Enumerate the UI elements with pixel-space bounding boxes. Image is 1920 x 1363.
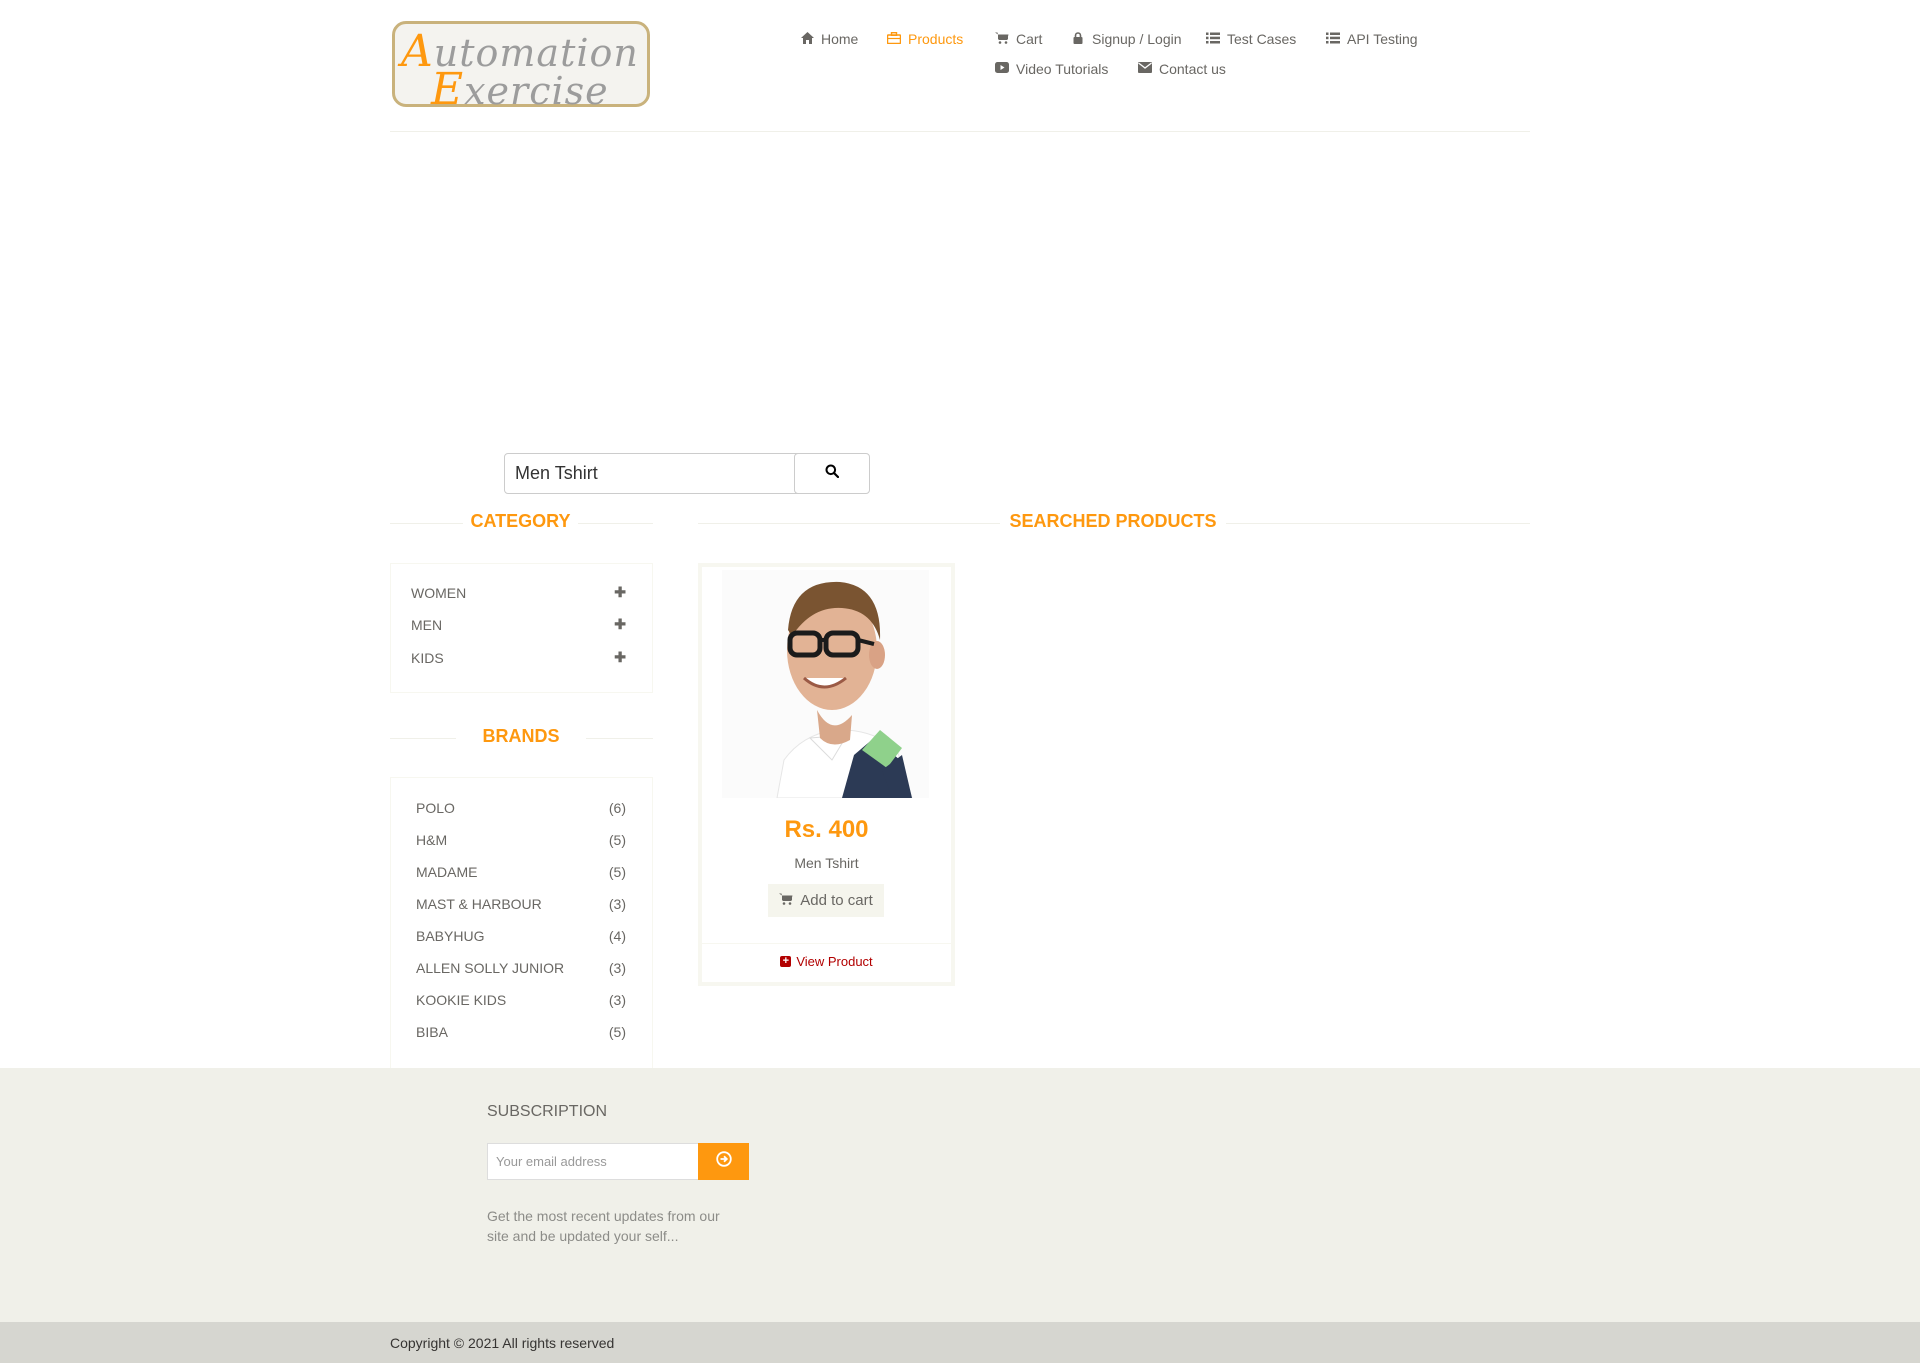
copyright-text: Copyright © 2021 All rights reserved: [390, 1335, 615, 1351]
search-product-input[interactable]: [504, 453, 800, 494]
brand-name: MADAME: [416, 864, 478, 880]
nav-products-label: Products: [908, 31, 964, 47]
nav-home[interactable]: Home: [800, 31, 858, 47]
logo-line-2: Exercise: [431, 64, 609, 115]
brand-count: (5): [608, 864, 626, 880]
brand-count: (4): [608, 928, 626, 944]
subscribe-email-input[interactable]: [487, 1143, 699, 1180]
product-name: Men Tshirt: [794, 855, 859, 871]
brand-count: (3): [608, 992, 626, 1008]
brand-name: POLO: [416, 800, 455, 816]
add-to-cart-label: Add to cart: [800, 892, 873, 909]
brand-name: MAST & HARBOUR: [416, 896, 542, 912]
nav-cart[interactable]: Cart: [995, 31, 1042, 47]
brand-count: (5): [608, 832, 626, 848]
searched-products-title: Searched Products: [1000, 511, 1226, 532]
brand-count: (3): [608, 960, 626, 976]
category-title: Category: [463, 511, 578, 532]
brand-item-mast-harbour[interactable]: MAST & HARBOUR (3): [416, 896, 626, 912]
youtube-play-icon: [995, 62, 1009, 76]
shopping-cart-icon: [779, 892, 793, 909]
header-divider: [390, 131, 1530, 132]
card-divider: [702, 943, 951, 944]
subscription-description: Get the most recent updates from our sit…: [487, 1208, 720, 1244]
plus-icon: ✚: [614, 649, 626, 665]
envelope-icon: [1138, 62, 1152, 76]
brand-name: KOOKIE KIDS: [416, 992, 507, 1008]
brand-name: BABYHUG: [416, 928, 485, 944]
nav-signup-login-label: Signup / Login: [1092, 31, 1182, 47]
list-icon: [1206, 32, 1220, 47]
plus-square-icon: +: [780, 956, 792, 967]
footer-bottom: [0, 1322, 1920, 1363]
nav-home-label: Home: [821, 31, 859, 47]
brand-count: (6): [608, 800, 626, 816]
brand-count: (5): [608, 1024, 626, 1040]
lock-icon: [1071, 31, 1085, 47]
product-image: [722, 570, 929, 798]
nav-signup-login[interactable]: Signup / Login: [1071, 31, 1182, 47]
nav-contact-us[interactable]: Contact us: [1138, 61, 1226, 77]
category-item-men[interactable]: MEN ✚: [411, 616, 626, 633]
nav-api-testing[interactable]: API Testing: [1326, 31, 1418, 47]
brand-count: (3): [608, 896, 626, 912]
category-label: KIDS: [411, 649, 444, 666]
brand-item-hm[interactable]: H&M (5): [416, 832, 626, 848]
nav-test-cases-label: Test Cases: [1227, 31, 1297, 47]
list-icon: [1326, 32, 1340, 47]
add-to-cart-button[interactable]: Add to cart: [768, 884, 884, 917]
brand-item-babyhug[interactable]: BABYHUG (4): [416, 928, 626, 944]
briefcase-icon: [886, 31, 902, 47]
category-item-women[interactable]: WOMEN ✚: [411, 584, 626, 601]
brand-name: BIBA: [416, 1024, 448, 1040]
brand-item-madame[interactable]: MADAME (5): [416, 864, 626, 880]
nav-test-cases[interactable]: Test Cases: [1206, 31, 1296, 47]
shopping-cart-icon: [995, 32, 1009, 47]
plus-icon: ✚: [614, 584, 626, 600]
category-item-kids[interactable]: KIDS ✚: [411, 649, 626, 666]
search-icon: [825, 464, 840, 483]
brand-item-allen-solly-junior[interactable]: ALLEN SOLLY JUNIOR (3): [416, 960, 626, 976]
nav-video-tutorials-label: Video Tutorials: [1016, 61, 1109, 77]
brand-item-polo[interactable]: POLO (6): [416, 800, 626, 816]
subscription-title: Subscription: [487, 1103, 608, 1120]
home-icon: [800, 31, 814, 47]
nav-contact-us-label: Contact us: [1159, 61, 1226, 77]
brand-name: ALLEN SOLLY JUNIOR: [416, 960, 565, 976]
site-logo[interactable]: Automation Exercise: [392, 21, 650, 115]
brand-name: H&M: [416, 832, 448, 848]
view-product-link[interactable]: + View Product: [698, 954, 955, 969]
plus-icon: ✚: [614, 616, 626, 632]
brand-item-biba[interactable]: BIBA (5): [416, 1024, 626, 1040]
subscribe-button[interactable]: [698, 1143, 749, 1180]
arrow-circle-right-icon: [715, 1151, 732, 1172]
product-price: Rs. 400: [784, 816, 869, 843]
search-button[interactable]: [794, 453, 870, 494]
nav-products[interactable]: Products: [886, 31, 964, 47]
view-product-label: View Product: [796, 954, 873, 969]
brand-item-kookie-kids[interactable]: KOOKIE KIDS (3): [416, 992, 626, 1008]
brands-title: Brands: [456, 726, 586, 747]
nav-cart-label: Cart: [1016, 31, 1043, 47]
nav-video-tutorials[interactable]: Video Tutorials: [995, 61, 1108, 77]
category-label: WOMEN: [411, 584, 467, 601]
footer-widget: [0, 1068, 1920, 1322]
nav-api-testing-label: API Testing: [1347, 31, 1418, 47]
category-label: MEN: [411, 616, 443, 633]
